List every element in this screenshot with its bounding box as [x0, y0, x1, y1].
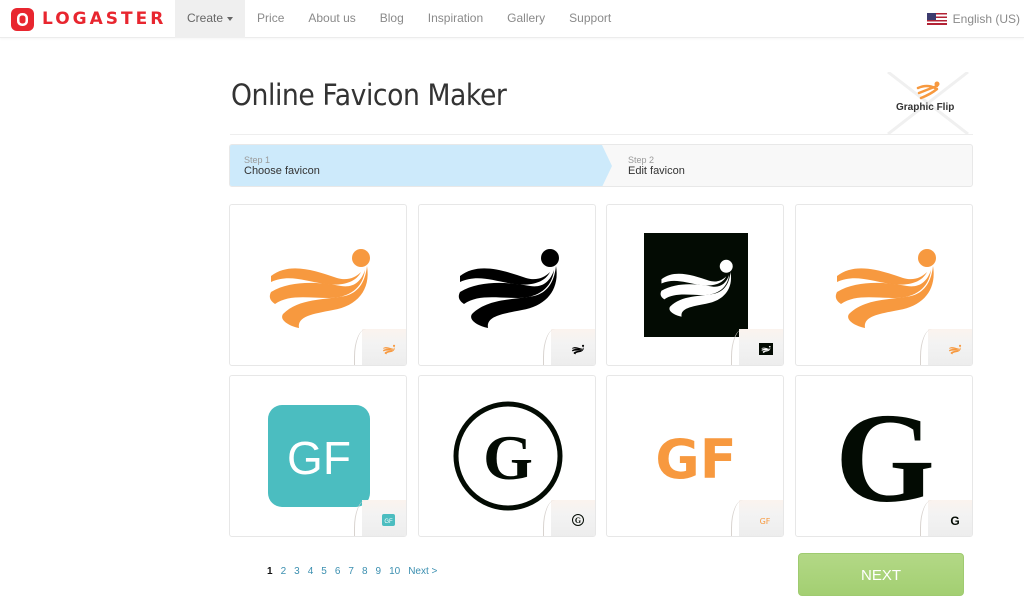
favicon-option[interactable] — [795, 204, 973, 366]
favicon-option[interactable]: GF GF — [606, 375, 784, 537]
favicon-mini-icon — [383, 344, 396, 355]
favicon-option[interactable] — [229, 204, 407, 366]
svg-text:GF: GF — [384, 519, 393, 525]
favicon-mini-icon — [572, 344, 585, 355]
brand-name: LOGASTER — [42, 9, 167, 29]
favicon-option[interactable]: G G — [795, 375, 973, 537]
nav-item-inspiration[interactable]: Inspiration — [416, 0, 495, 38]
nav-item-price[interactable]: Price — [245, 0, 296, 38]
favicon-mini-icon: G — [572, 514, 584, 526]
step-2-edit-favicon[interactable]: Step 2 Edit favicon — [615, 145, 972, 186]
nav-item-create[interactable]: Create — [175, 0, 246, 38]
partner-logo-text: Graphic Flip — [896, 102, 955, 113]
svg-text:GF: GF — [287, 432, 351, 484]
svg-text:GF: GF — [760, 517, 771, 526]
page-link-2[interactable]: 2 — [281, 566, 287, 577]
favicon-option[interactable] — [418, 204, 596, 366]
nav-item-label: Create — [187, 11, 224, 25]
language-label: English (US) — [952, 12, 1020, 26]
browser-tab-preview — [731, 329, 783, 365]
logaster-logo[interactable]: LOGASTER — [11, 7, 166, 31]
next-button[interactable]: NEXT — [798, 553, 964, 596]
browser-tab-preview — [354, 329, 406, 365]
nav-item-gallery[interactable]: Gallery — [495, 0, 557, 38]
page-title: Online Favicon Maker — [231, 78, 507, 112]
page-link-1[interactable]: 1 — [267, 566, 273, 577]
browser-tab-preview — [920, 329, 972, 365]
step-label: Edit favicon — [628, 165, 685, 177]
step-number: Step 1 — [244, 155, 271, 165]
caret-down-icon — [227, 16, 234, 21]
favicon-mini-icon — [949, 344, 962, 355]
page-link-3[interactable]: 3 — [294, 566, 300, 577]
svg-text:G: G — [575, 516, 581, 525]
favicon-mini-icon — [759, 343, 773, 355]
us-flag-icon — [926, 13, 947, 25]
favicon-option[interactable]: GF GF — [229, 375, 407, 537]
pagination: 1 2 3 4 5 6 7 8 9 10 Next > — [267, 566, 445, 577]
partner-logo: Graphic Flip — [883, 72, 973, 134]
logaster-mark-icon — [11, 7, 34, 31]
top-navigation-bar: LOGASTER Create Price About us Blog Insp… — [0, 0, 1024, 38]
nav-item-about-us[interactable]: About us — [296, 0, 367, 38]
step-number: Step 2 — [628, 155, 655, 165]
page-link-5[interactable]: 5 — [321, 566, 327, 577]
language-selector[interactable]: English (US) — [926, 0, 1020, 38]
browser-tab-preview: G — [543, 500, 595, 536]
svg-text:G: G — [950, 514, 959, 526]
browser-tab-preview: GF — [354, 500, 406, 536]
svg-text:G: G — [483, 422, 533, 493]
nav-item-support[interactable]: Support — [557, 0, 623, 38]
browser-tab-preview: GF — [731, 500, 783, 536]
browser-tab-preview: G — [920, 500, 972, 536]
divider — [230, 134, 973, 135]
step-progress: Step 1 Choose favicon Step 2 Edit favico… — [229, 144, 973, 187]
nav-item-blog[interactable]: Blog — [368, 0, 416, 38]
page-link-10[interactable]: 10 — [389, 566, 400, 577]
page-link-7[interactable]: 7 — [348, 566, 354, 577]
svg-text:G: G — [835, 387, 935, 529]
main-nav: Create Price About us Blog Inspiration G… — [175, 0, 623, 38]
page-link-6[interactable]: 6 — [335, 566, 341, 577]
favicon-mini-icon: GF — [382, 514, 395, 526]
page-link-9[interactable]: 9 — [376, 566, 382, 577]
step-label: Choose favicon — [244, 165, 320, 177]
favicon-option[interactable] — [606, 204, 784, 366]
page-link-4[interactable]: 4 — [308, 566, 314, 577]
favicon-mini-icon: G — [950, 514, 959, 526]
page-link-8[interactable]: 8 — [362, 566, 368, 577]
svg-text:GF: GF — [655, 428, 736, 491]
browser-tab-preview — [543, 329, 595, 365]
step-arrow-icon — [602, 145, 612, 186]
favicon-option[interactable]: G G — [418, 375, 596, 537]
favicon-mini-icon: GF — [760, 517, 771, 526]
step-1-choose-favicon[interactable]: Step 1 Choose favicon — [230, 145, 602, 186]
next-page-link[interactable]: Next > — [408, 566, 437, 577]
